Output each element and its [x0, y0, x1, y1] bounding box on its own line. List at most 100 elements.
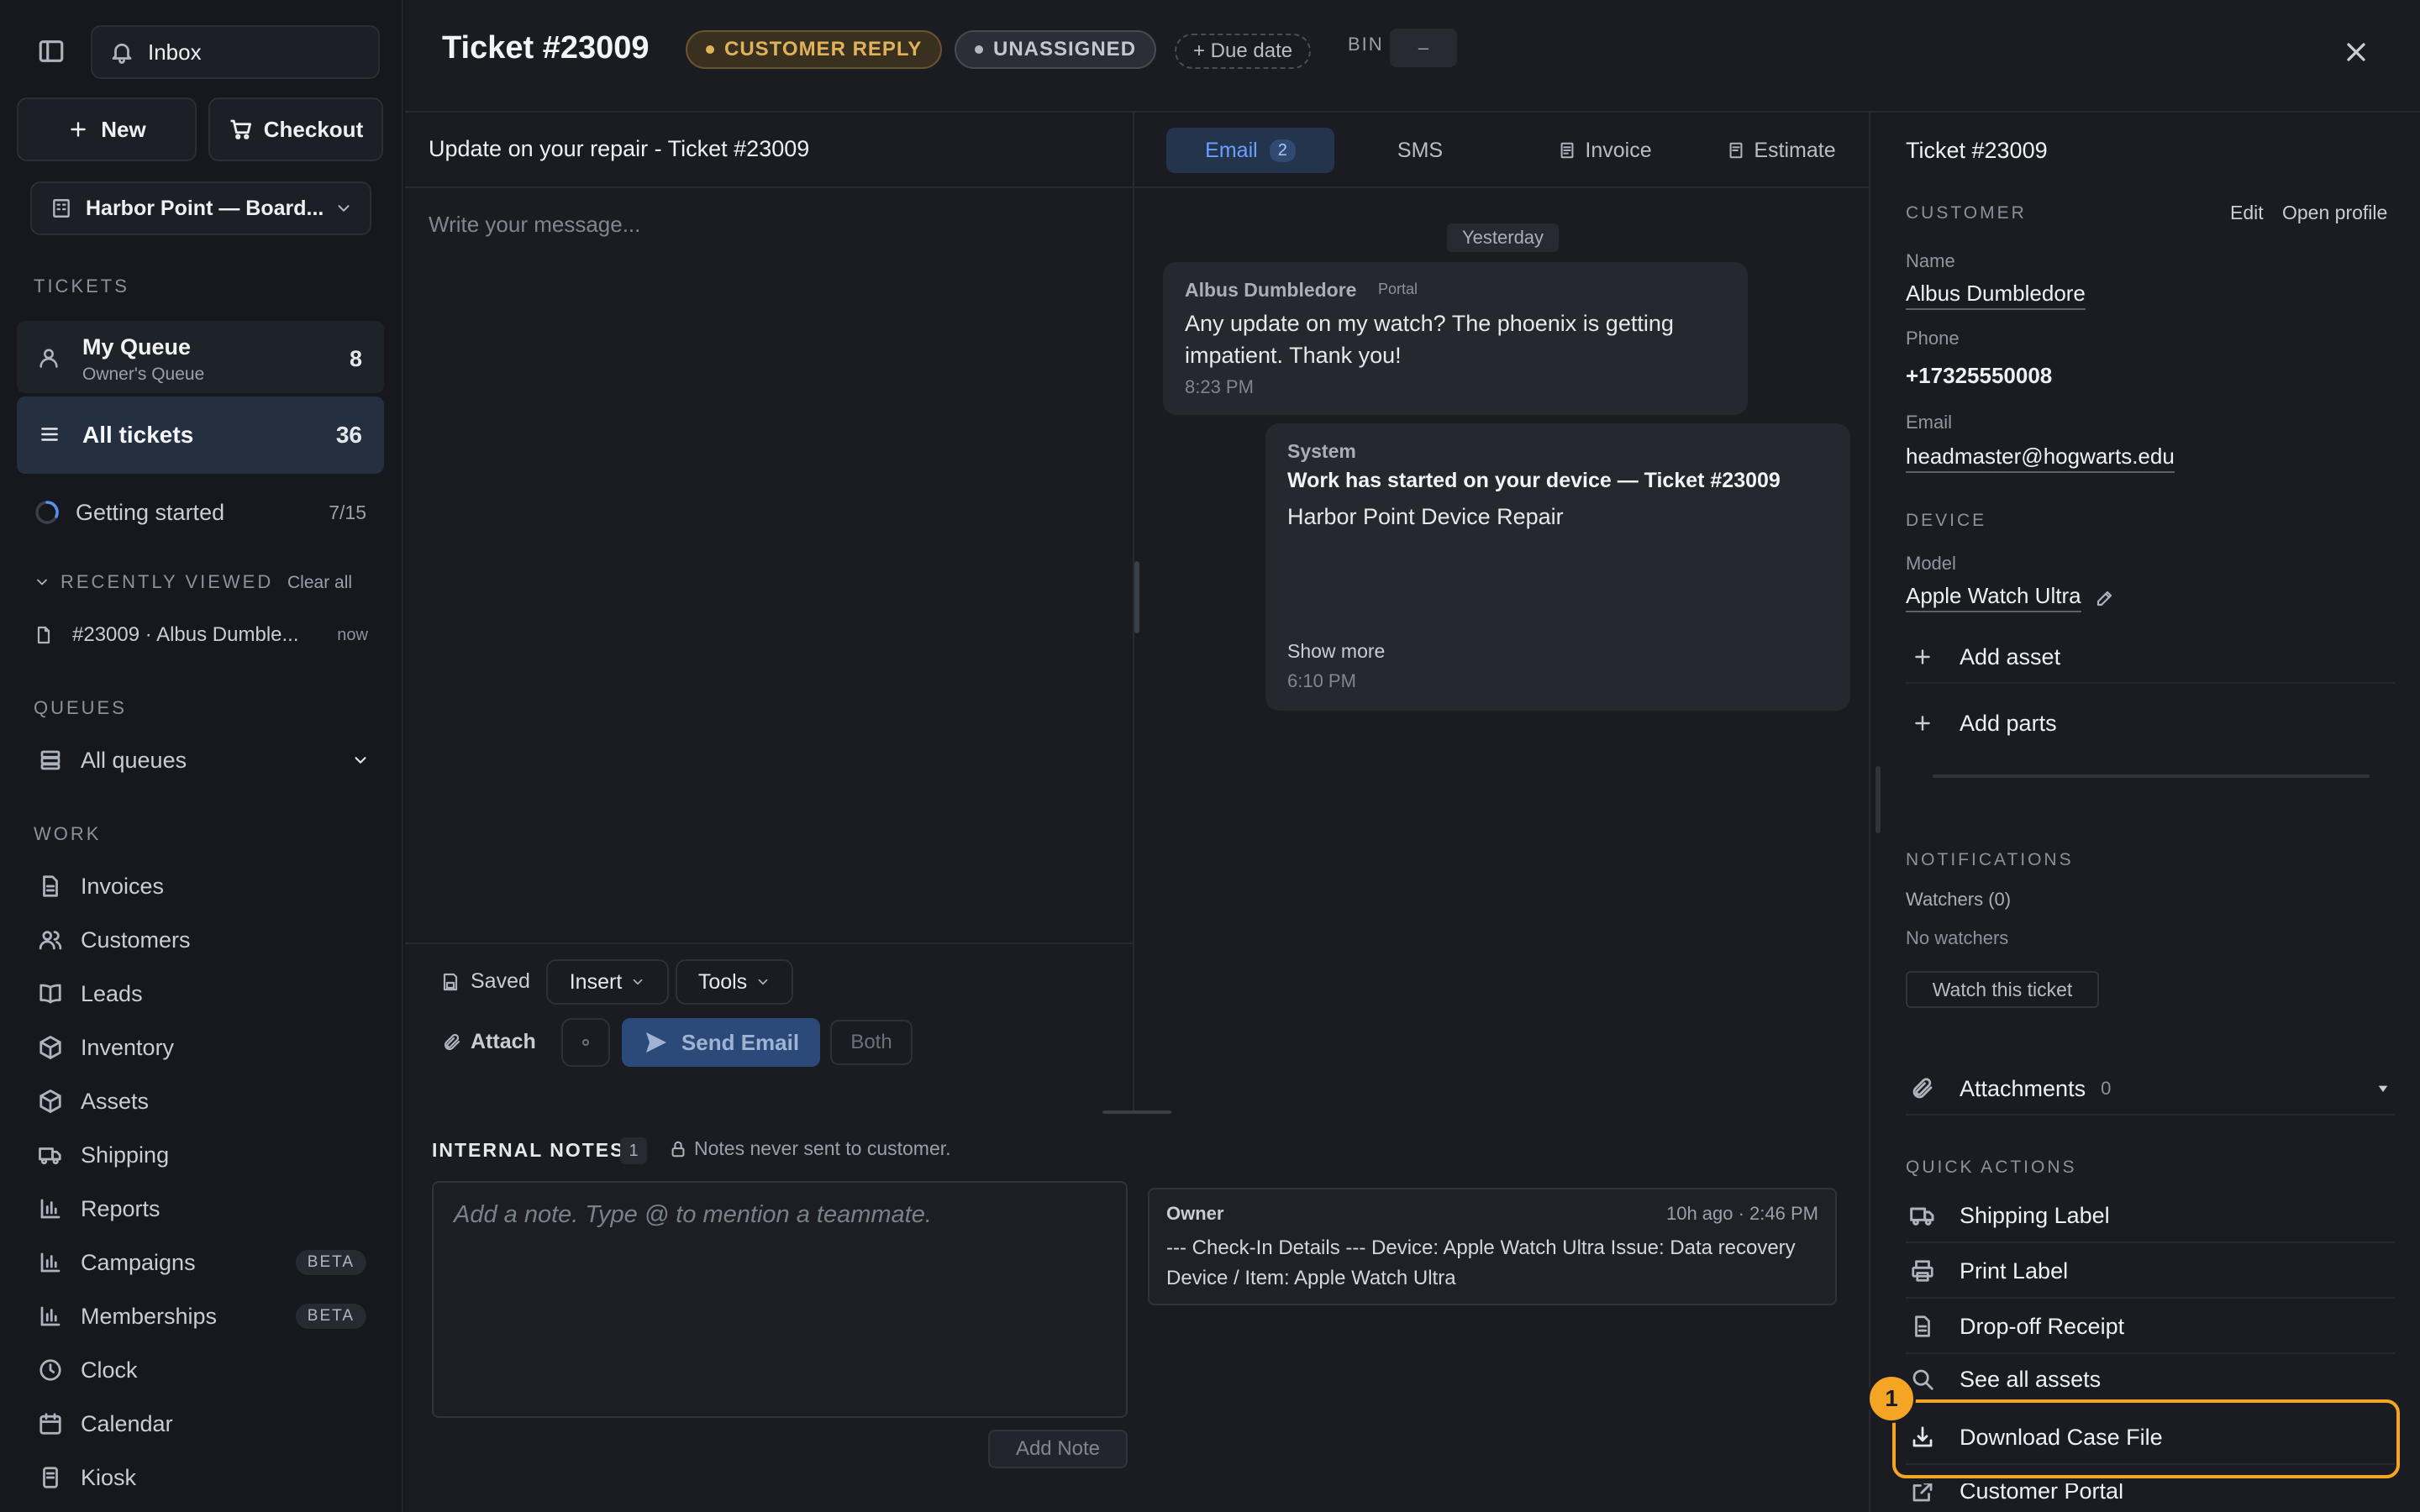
tab-email[interactable]: Email 2 [1166, 128, 1334, 173]
both-button[interactable]: Both [830, 1020, 913, 1065]
message-text: Harbor Point Device Repair [1287, 504, 1564, 529]
tools-label: Tools [697, 969, 748, 994]
nav-campaigns-label: Campaigns [81, 1249, 196, 1275]
tools-button[interactable]: Tools [676, 959, 793, 1005]
date-divider: Yesterday [1447, 223, 1560, 252]
bin-value[interactable]: – [1390, 29, 1457, 67]
notes-count-badge: 1 [620, 1137, 647, 1164]
location-label: Harbor Point — Board... [86, 196, 324, 220]
sidebar-toggle-icon[interactable] [37, 37, 66, 66]
status-pill[interactable]: CUSTOMER REPLY [686, 30, 943, 69]
message-sender: Albus Dumbledore [1185, 279, 1357, 301]
nav-memberships[interactable]: Memberships BETA [34, 1295, 366, 1337]
stack-icon [34, 743, 67, 777]
insert-button[interactable]: Insert [546, 959, 669, 1005]
schedule-toggle[interactable] [561, 1018, 610, 1067]
resize-handle[interactable] [1876, 766, 1881, 833]
plus-icon [1906, 646, 1939, 668]
name-label: Name [1906, 250, 1955, 271]
nav-customers-label: Customers [81, 927, 191, 953]
getting-started-item[interactable]: Getting started 7/15 [34, 496, 378, 529]
details-ticket-label: Ticket #23009 [1906, 138, 2048, 163]
phone-label: Phone [1906, 328, 1960, 349]
location-selector[interactable]: Harbor Point — Board... [30, 181, 371, 235]
dropoff-receipt-action[interactable]: Drop-off Receipt [1906, 1300, 2395, 1354]
close-icon[interactable] [2341, 37, 2371, 67]
show-more-link[interactable]: Show more [1287, 640, 1385, 663]
open-profile-link[interactable]: Open profile [2282, 202, 2387, 224]
nav-assets[interactable]: Assets [34, 1080, 149, 1122]
all-tickets-count: 36 [335, 422, 362, 448]
download-case-file-action[interactable]: Download Case File [1906, 1411, 2395, 1465]
internal-notes-label: INTERNAL NOTES [432, 1139, 625, 1161]
customer-portal-action[interactable]: Customer Portal [1906, 1483, 2395, 1512]
checkout-button[interactable]: Checkout [208, 97, 383, 161]
customer-section-label: CUSTOMER [1906, 203, 2027, 223]
assignee-pill[interactable]: UNASSIGNED [955, 30, 1157, 69]
inbox-button[interactable]: Inbox [91, 25, 380, 79]
nav-shipping[interactable]: Shipping [34, 1134, 169, 1176]
tab-sms[interactable]: SMS [1353, 128, 1487, 173]
recent-item[interactable]: #23009 · Albus Dumble... now [34, 618, 378, 652]
clear-all-link[interactable]: Clear all [287, 573, 352, 593]
add-asset-label: Add asset [1960, 643, 2061, 669]
note-input[interactable]: Add a note. Type @ to mention a teammate… [432, 1181, 1128, 1418]
all-queues-label: All queues [81, 747, 187, 773]
document-icon [1558, 141, 1576, 160]
customer-phone[interactable]: +17325550008 [1906, 363, 2052, 389]
bin-label: BIN [1348, 34, 1384, 55]
bell-icon [109, 39, 134, 65]
send-icon [643, 1029, 670, 1056]
nav-calendar[interactable]: Calendar [34, 1403, 173, 1445]
nav-inventory[interactable]: Inventory [34, 1026, 174, 1068]
edit-customer-link[interactable]: Edit [2230, 202, 2264, 224]
tab-estimate-label: Estimate [1754, 138, 1836, 162]
see-all-assets-action[interactable]: See all assets [1906, 1356, 2395, 1403]
nav-invoices[interactable]: Invoices [34, 865, 164, 907]
note-author: Owner [1166, 1203, 1224, 1224]
watch-ticket-button[interactable]: Watch this ticket [1906, 971, 2099, 1008]
nav-inventory-label: Inventory [81, 1034, 175, 1060]
attach-label: Attach [471, 1030, 536, 1053]
tab-invoice[interactable]: Invoice [1529, 128, 1681, 173]
message-input[interactable]: Write your message... [429, 212, 640, 238]
device-section-label: DEVICE [1906, 511, 1987, 530]
device-model[interactable]: Apple Watch Ultra [1906, 583, 2115, 612]
attachments-toggle[interactable]: Attachments 0 [1906, 1063, 2395, 1116]
beta-badge: BETA [295, 1250, 366, 1275]
add-note-button[interactable]: Add Note [988, 1430, 1128, 1468]
recently-viewed-header[interactable]: RECENTLY VIEWED [34, 571, 273, 593]
attach-button[interactable]: Attach [442, 1030, 536, 1054]
add-parts-button[interactable]: Add parts [1906, 697, 2395, 749]
shipping-label-action[interactable]: Shipping Label [1906, 1189, 2395, 1243]
my-queue-item[interactable]: My Queue Owner's Queue 8 [17, 321, 384, 393]
email-subject[interactable]: Update on your repair - Ticket #23009 [429, 136, 809, 162]
external-link-icon [1906, 1483, 1939, 1504]
my-queue-count: 8 [349, 346, 362, 371]
split-handle[interactable] [1102, 1110, 1171, 1114]
cube-icon [34, 1084, 67, 1118]
send-email-button[interactable]: Send Email [622, 1018, 820, 1067]
add-asset-button[interactable]: Add asset [1906, 632, 2395, 684]
lock-icon [669, 1140, 687, 1158]
nav-campaigns[interactable]: Campaigns BETA [34, 1242, 366, 1284]
printer-icon [1906, 1258, 1939, 1284]
all-tickets-item[interactable]: All tickets 36 [17, 396, 384, 474]
message-time: 6:10 PM [1287, 670, 1356, 691]
nav-kiosk[interactable]: Kiosk [34, 1457, 136, 1499]
nav-reports[interactable]: Reports [34, 1188, 160, 1230]
print-label-action[interactable]: Print Label [1906, 1245, 2395, 1299]
nav-clock[interactable]: Clock [34, 1349, 138, 1391]
nav-leads[interactable]: Leads [34, 973, 143, 1015]
recent-item-label: #23009 · Albus Dumble... [72, 623, 299, 646]
nav-customers[interactable]: Customers [34, 919, 191, 961]
customer-email[interactable]: headmaster@hogwarts.edu [1906, 444, 2175, 473]
attachments-label: Attachments [1960, 1075, 2086, 1101]
due-date-button[interactable]: + Due date [1175, 34, 1312, 69]
new-button[interactable]: New [17, 97, 197, 161]
resize-handle[interactable] [1134, 561, 1139, 633]
tab-estimate[interactable]: Estimate [1697, 128, 1865, 173]
all-queues-item[interactable]: All queues [34, 739, 370, 781]
book-icon [34, 977, 67, 1011]
customer-name[interactable]: Albus Dumbledore [1906, 281, 2086, 310]
